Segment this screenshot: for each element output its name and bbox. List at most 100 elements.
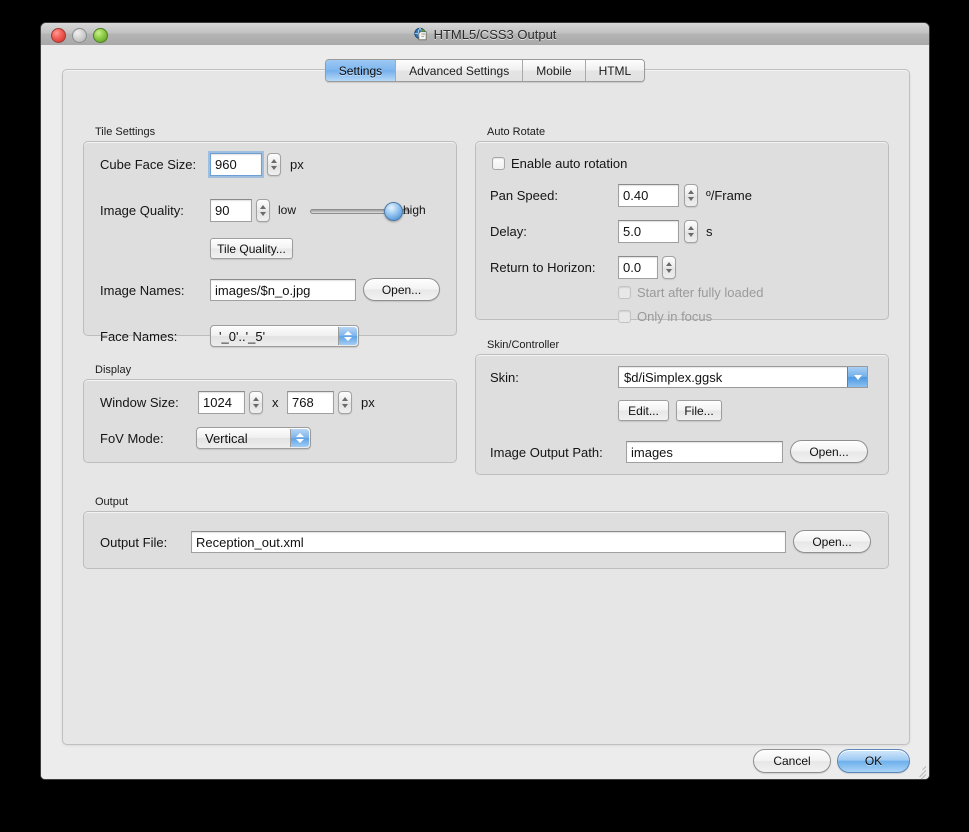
group-display-box: Window Size: 1024 x 768 px FoV Mode: Ver… (83, 379, 457, 463)
dialog-window: HTML5/CSS3 Output Settings Advanced Sett… (40, 22, 930, 780)
title-bar[interactable]: HTML5/CSS3 Output (41, 23, 929, 46)
slider-low-label: low (278, 203, 297, 217)
tab-settings-label: Settings (338, 63, 383, 78)
image-names-open-button[interactable]: Open... (363, 278, 440, 301)
cancel-button-label: Cancel (773, 754, 811, 768)
image-output-path-input[interactable]: images (626, 441, 783, 463)
start-after-loaded-label: Start after fully loaded (637, 285, 764, 300)
tile-quality-button[interactable]: Tile Quality... (210, 238, 293, 259)
tab-html[interactable]: HTML (585, 60, 645, 81)
image-output-path-open-label: Open... (809, 444, 849, 459)
enable-auto-rotation-checkbox[interactable] (492, 157, 505, 170)
delay-input[interactable]: 5.0 (618, 220, 679, 243)
pan-speed-unit: º/Frame (706, 188, 752, 203)
output-file-value: Reception_out.xml (196, 534, 304, 550)
tab-html-label: HTML (598, 63, 632, 78)
group-tile-settings-label: Tile Settings (95, 126, 156, 138)
output-file-open-label: Open... (812, 534, 852, 549)
tab-settings[interactable]: Settings (325, 60, 397, 81)
only-in-focus-checkbox[interactable] (618, 310, 631, 323)
output-file-open-button[interactable]: Open... (793, 530, 871, 553)
cube-face-size-input[interactable]: 960 (208, 151, 264, 178)
group-tile-settings-box: Cube Face Size: 960 px Image Quality: 90 (83, 141, 457, 347)
skin-edit-label: Edit... (628, 403, 659, 418)
image-names-value: images/$n_o.jpg (215, 282, 311, 298)
ok-button[interactable]: OK (837, 749, 910, 773)
delay-value: 5.0 (623, 224, 642, 239)
image-names-label: Image Names: (100, 283, 185, 298)
pan-speed-input[interactable]: 0.40 (618, 184, 679, 207)
fov-mode-arrows-icon[interactable] (290, 429, 309, 447)
tab-group: Settings Advanced Settings Mobile HTML (324, 59, 646, 82)
globe-document-icon (413, 27, 429, 41)
enable-auto-rotation-label: Enable auto rotation (511, 156, 628, 171)
delay-unit: s (706, 224, 713, 239)
return-to-horizon-stepper[interactable] (662, 256, 676, 279)
image-quality-slider[interactable] (310, 202, 410, 221)
tab-bar: Settings Advanced Settings Mobile HTML (41, 59, 929, 82)
return-to-horizon-input[interactable]: 0.0 (618, 256, 658, 279)
skin-combobox[interactable]: $d/iSimplex.ggsk (618, 366, 868, 388)
skin-label: Skin: (490, 370, 519, 385)
only-in-focus-label: Only in focus (637, 309, 713, 324)
image-quality-input[interactable]: 90 (210, 199, 252, 222)
output-file-input[interactable]: Reception_out.xml (191, 531, 786, 553)
image-names-open-label: Open... (381, 282, 422, 297)
cube-face-size-label: Cube Face Size: (100, 157, 197, 172)
skin-file-label: File... (684, 403, 714, 418)
group-display: Display Window Size: 1024 x 768 px FoV M… (83, 364, 457, 463)
resize-grip[interactable] (912, 762, 927, 779)
start-after-loaded-checkbox[interactable] (618, 286, 631, 299)
pan-speed-stepper[interactable] (684, 184, 698, 207)
image-output-path-open-button[interactable]: Open... (790, 440, 868, 463)
window-width-input[interactable]: 1024 (198, 391, 245, 414)
image-output-path-value: images (631, 444, 673, 460)
group-auto-rotate-box: Enable auto rotation Pan Speed: 0.40 º/F… (475, 141, 889, 324)
start-after-loaded-row[interactable]: Start after fully loaded (618, 285, 763, 300)
group-auto-rotate-label: Auto Rotate (487, 126, 546, 138)
delay-label: Delay: (490, 224, 527, 239)
tile-quality-button-label: Tile Quality... (217, 241, 286, 256)
skin-edit-button[interactable]: Edit... (618, 400, 669, 421)
fov-mode-popup[interactable]: Vertical (196, 427, 311, 449)
face-names-popup[interactable]: '_0'..'_5' (210, 325, 359, 347)
face-names-arrows-icon[interactable] (338, 327, 357, 345)
pan-speed-label: Pan Speed: (490, 188, 558, 203)
window-height-value: 768 (292, 395, 314, 410)
tab-advanced-settings-label: Advanced Settings (409, 63, 510, 78)
window-height-stepper[interactable] (338, 391, 352, 414)
window-width-stepper[interactable] (249, 391, 263, 414)
cube-face-size-unit: px (290, 157, 304, 172)
face-names-value: '_0'..'_5' (219, 328, 266, 344)
window-width-value: 1024 (203, 395, 232, 410)
group-skin-controller-label: Skin/Controller (487, 339, 560, 351)
image-quality-stepper[interactable] (256, 199, 270, 222)
output-file-label: Output File: (100, 535, 168, 550)
cancel-button[interactable]: Cancel (753, 749, 831, 773)
window-height-input[interactable]: 768 (287, 391, 334, 414)
skin-file-button[interactable]: File... (676, 400, 722, 421)
delay-stepper[interactable] (684, 220, 698, 243)
slider-thumb[interactable] (384, 202, 403, 221)
image-names-input[interactable]: images/$n_o.jpg (210, 279, 356, 301)
return-to-horizon-value: 0.0 (623, 260, 642, 275)
image-quality-label: Image Quality: (100, 203, 184, 218)
fov-mode-label: FoV Mode: (100, 431, 164, 446)
only-in-focus-row[interactable]: Only in focus (618, 309, 712, 324)
window-body: Settings Advanced Settings Mobile HTML T… (41, 45, 929, 779)
window-size-label: Window Size: (100, 395, 179, 410)
group-display-label: Display (95, 364, 132, 376)
skin-value: $d/iSimplex.ggsk (624, 369, 723, 385)
window-size-separator: x (272, 395, 279, 410)
cube-face-size-value: 960 (215, 157, 237, 172)
group-output-box: Output File: Reception_out.xml Open... (83, 511, 889, 569)
cube-face-size-stepper[interactable] (267, 153, 281, 176)
group-tile-settings: Tile Settings Cube Face Size: 960 px Ima… (83, 126, 457, 347)
tab-advanced-settings[interactable]: Advanced Settings (396, 60, 524, 81)
enable-auto-rotation-row[interactable]: Enable auto rotation (492, 156, 627, 171)
pan-speed-value: 0.40 (623, 188, 649, 203)
tab-mobile[interactable]: Mobile (523, 60, 586, 81)
skin-dropdown-icon[interactable] (847, 367, 867, 387)
group-auto-rotate: Auto Rotate Enable auto rotation Pan Spe… (475, 126, 889, 324)
group-output: Output Output File: Reception_out.xml Op… (83, 496, 889, 569)
